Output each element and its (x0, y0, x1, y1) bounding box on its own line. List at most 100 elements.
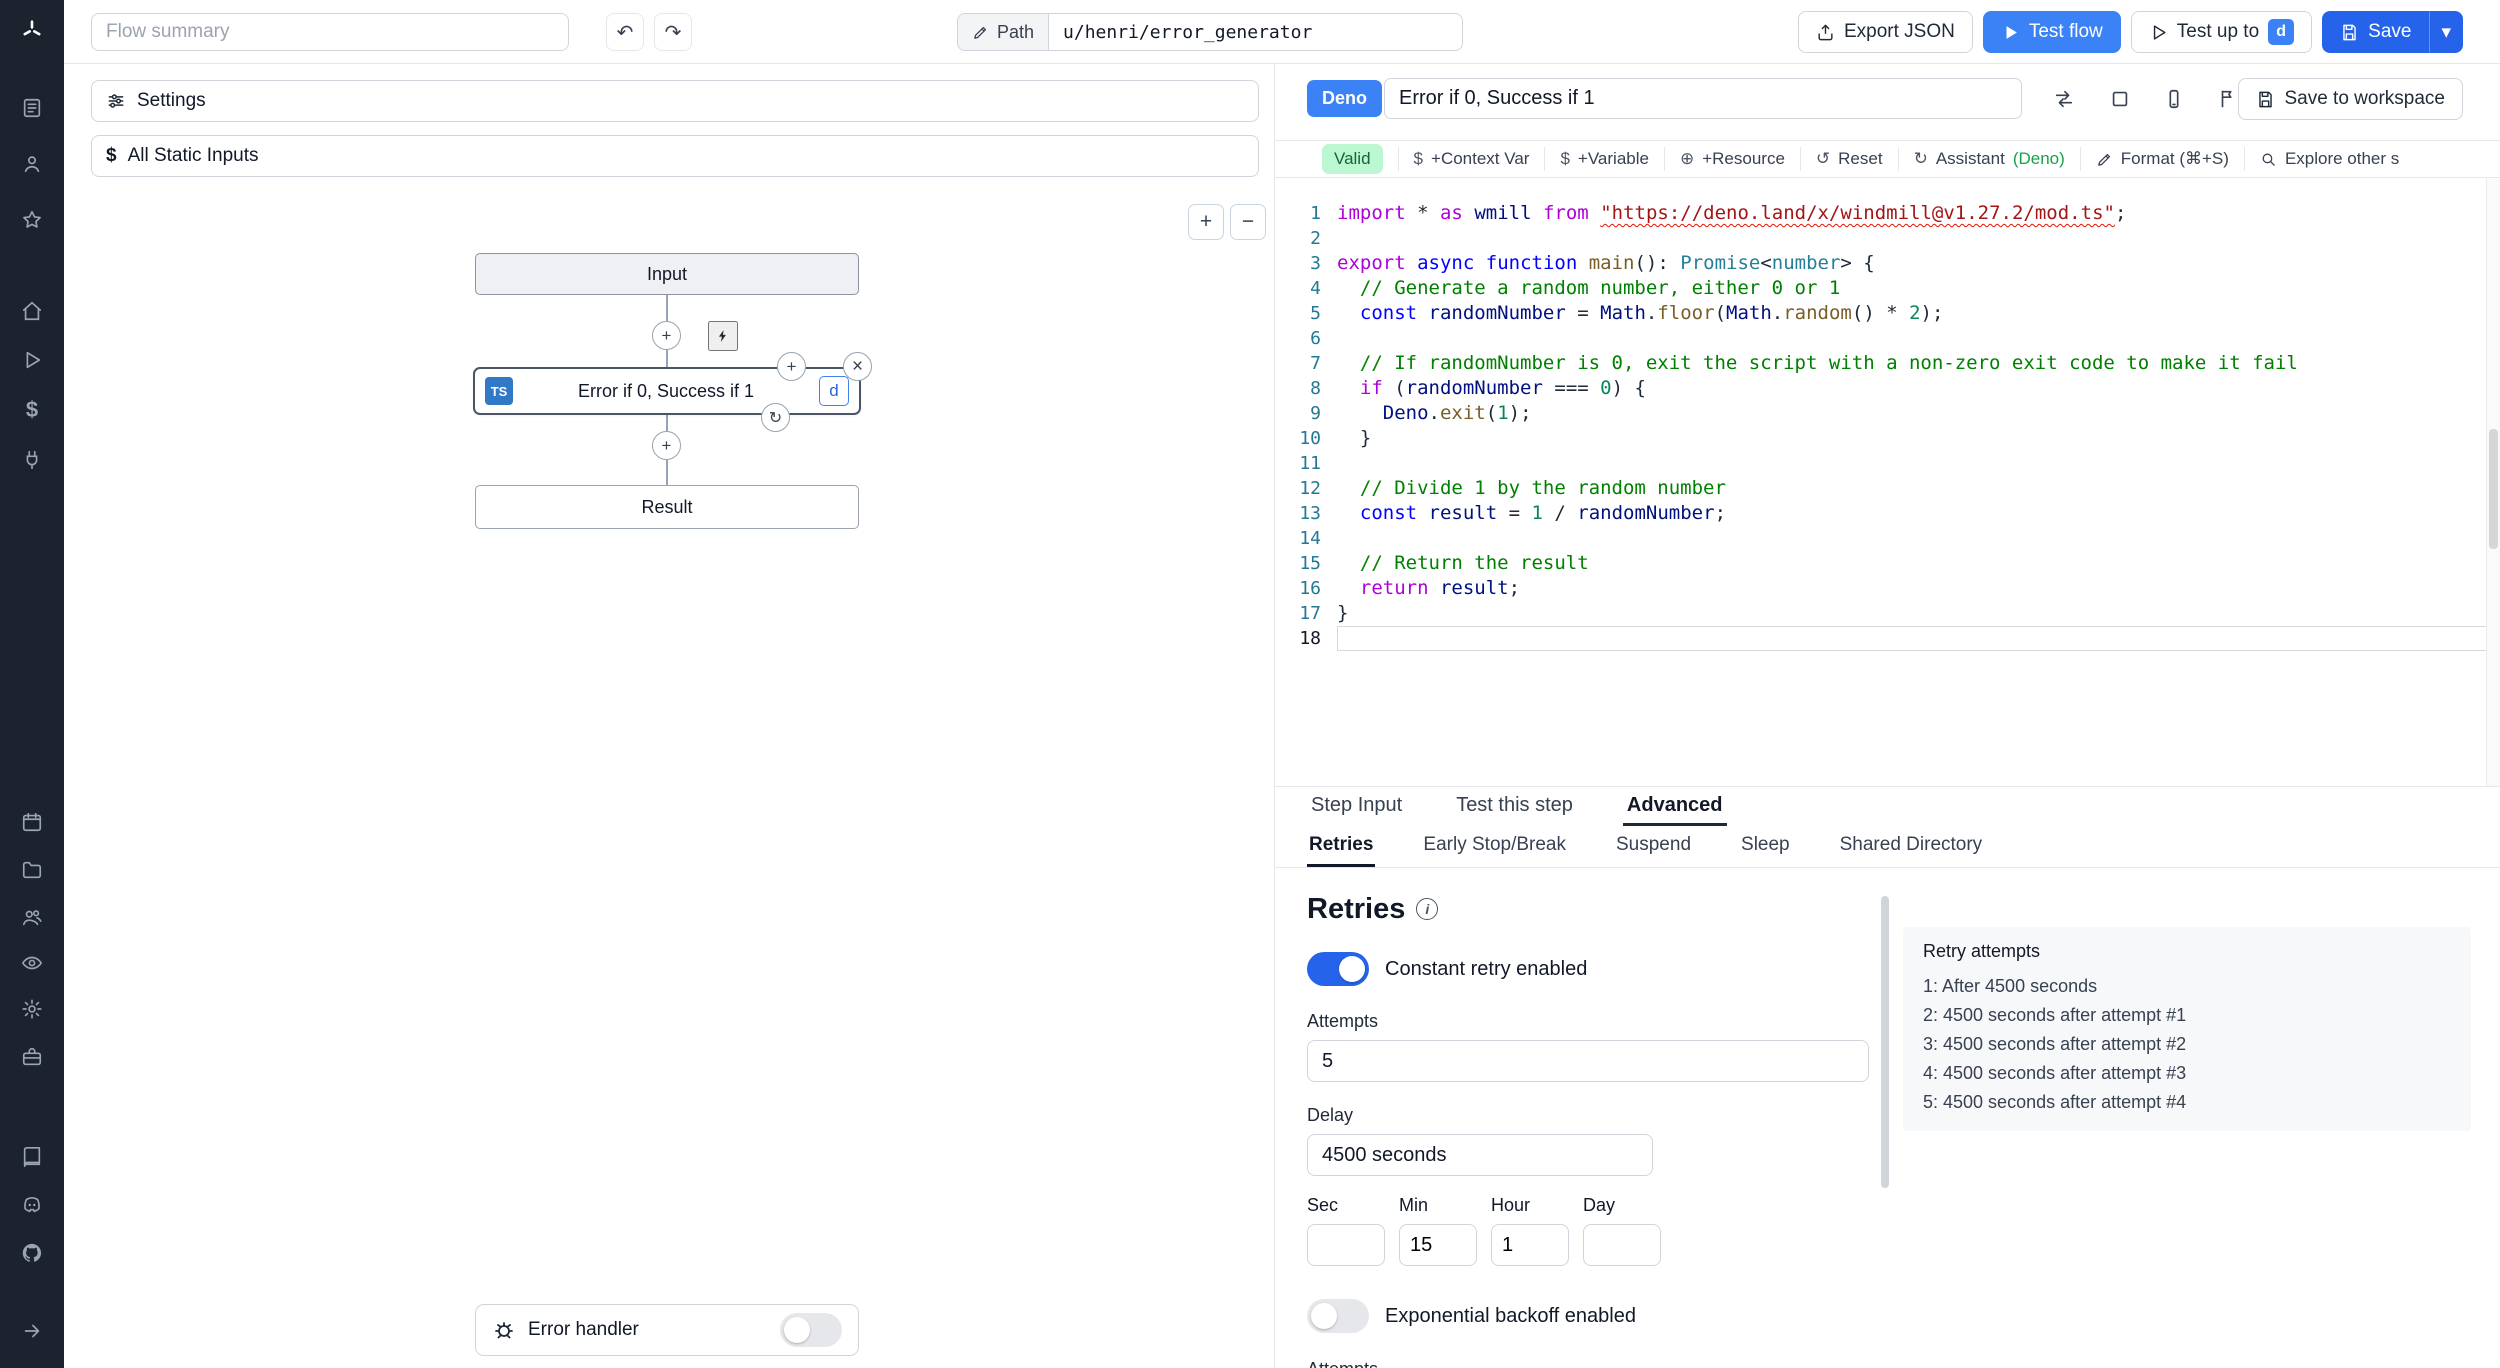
code-editor[interactable]: 1 import * as wmill from "https://deno.la… (1275, 179, 2500, 786)
info-icon[interactable]: i (1416, 898, 1439, 920)
loop-icon[interactable]: ↻ (761, 403, 790, 432)
play-icon (2006, 25, 2017, 39)
constant-retry-toggle[interactable] (1307, 952, 1369, 986)
collapse-sidebar-icon[interactable] (12, 1311, 52, 1351)
docs-icon[interactable] (12, 1137, 52, 1177)
add-context-var-button[interactable]: $ +Context Var (1397, 147, 1545, 171)
subtab-shared-directory[interactable]: Shared Directory (1838, 826, 1985, 867)
result-node[interactable]: Result (475, 485, 859, 529)
path-group: Path (957, 13, 1464, 51)
add-resource-button[interactable]: ⊕ +Resource (1663, 147, 1800, 171)
delete-step-button[interactable]: × (843, 352, 872, 381)
play-icon[interactable] (12, 340, 52, 380)
scrollbar-thumb[interactable] (2489, 429, 2498, 549)
discord-icon[interactable] (12, 1185, 52, 1225)
topbar-actions: Export JSON Test flow Test up to d Save … (1797, 11, 2463, 53)
attempts-label: Attempts (1307, 1011, 1379, 1031)
flow-summary-input[interactable] (91, 13, 569, 51)
add-variable-button[interactable]: $ +Variable (1544, 147, 1664, 171)
retry-attempt-item: 2: 4500 seconds after attempt #1 (1923, 1005, 2187, 1025)
error-handler-label: Error handler (528, 1319, 639, 1340)
redo-button[interactable]: ↷ (654, 13, 692, 51)
variables-icon[interactable]: $ (12, 390, 52, 430)
format-button[interactable]: Format (⌘+S) (2079, 147, 2244, 171)
delay-input[interactable] (1307, 1134, 1653, 1176)
path-input[interactable] (1048, 13, 1464, 51)
sync-icon[interactable] (2045, 80, 2083, 118)
github-icon[interactable] (12, 1233, 52, 1273)
day-input[interactable] (1583, 1224, 1661, 1266)
reset-button[interactable]: ↺ Reset (1799, 147, 1898, 171)
subtab-suspend[interactable]: Suspend (1614, 826, 1693, 867)
trigger-bolt-icon[interactable] (708, 321, 738, 351)
attempts-label-bottom: Attempts (1307, 1359, 1869, 1368)
save-to-workspace-button[interactable]: Save to workspace (2238, 78, 2463, 120)
groups-icon[interactable] (12, 897, 52, 937)
settings-button[interactable]: Settings (91, 80, 1259, 122)
constant-retry-label: Constant retry enabled (1385, 957, 1588, 980)
pencil-icon (974, 26, 987, 39)
typescript-badge: TS (485, 377, 513, 405)
home-icon[interactable] (12, 291, 52, 331)
audit-icon[interactable] (12, 943, 52, 983)
tab-step-input[interactable]: Step Input (1307, 787, 1406, 826)
save-icon (2259, 91, 2273, 107)
undo-button[interactable]: ↶ (606, 13, 644, 51)
all-static-inputs-button[interactable]: $ All Static Inputs (91, 135, 1259, 177)
tab-test-this-step[interactable]: Test this step (1452, 787, 1577, 826)
favorites-icon[interactable] (12, 200, 52, 240)
test-flow-button[interactable]: Test flow (1982, 11, 2121, 53)
hour-input[interactable] (1491, 1224, 1569, 1266)
dollar-icon: $ (1413, 149, 1424, 168)
module-node-label: Error if 0, Success if 1 (577, 380, 755, 401)
retry-attempts-title: Retry attempts (1923, 941, 2041, 961)
expand-icon[interactable] (2101, 80, 2139, 118)
workers-icon[interactable] (12, 1037, 52, 1077)
save-label: Save (2368, 21, 2412, 42)
step-name-input[interactable] (1384, 78, 2022, 119)
assistant-button[interactable]: ↻ Assistant (Deno) (1897, 147, 2080, 171)
save-group: Save ▾ (2322, 11, 2463, 53)
insert-step-button[interactable]: + (652, 321, 681, 350)
exponential-backoff-toggle[interactable] (1307, 1299, 1369, 1333)
advanced-subtabs: Retries Early Stop/Break Suspend Sleep S… (1275, 826, 2500, 868)
save-button[interactable]: Save (2322, 11, 2430, 53)
refresh-icon: ↻ (1913, 149, 1928, 168)
account-icon[interactable] (12, 144, 52, 184)
add-branch-button[interactable]: + (777, 352, 806, 381)
test-up-to-label: Test up to (2176, 21, 2260, 42)
explore-scripts-button[interactable]: Explore other s (2243, 147, 2414, 171)
subtab-early-stop[interactable]: Early Stop/Break (1421, 826, 1568, 867)
mobile-icon[interactable] (2155, 80, 2193, 118)
export-json-button[interactable]: Export JSON (1797, 11, 1973, 53)
subtab-sleep[interactable]: Sleep (1739, 826, 1792, 867)
input-node[interactable]: Input (475, 253, 859, 295)
tab-advanced[interactable]: Advanced (1622, 787, 1727, 826)
status-badge: Valid (1322, 144, 1383, 174)
editor-scrollbar[interactable] (2486, 179, 2500, 786)
windmill-logo[interactable] (12, 10, 52, 50)
error-handler-node[interactable]: Error handler (475, 1304, 859, 1356)
retry-attempt-item: 4: 4500 seconds after attempt #3 (1923, 1063, 2187, 1083)
attempts-input[interactable] (1307, 1040, 1869, 1082)
insert-step-button[interactable]: + (652, 431, 681, 460)
test-up-to-button[interactable]: Test up to d (2130, 11, 2313, 53)
subtab-retries[interactable]: Retries (1307, 826, 1376, 867)
runs-icon[interactable] (12, 88, 52, 128)
min-input[interactable] (1399, 1224, 1477, 1266)
folders-icon[interactable] (12, 850, 52, 890)
content-scrollbar[interactable] (1881, 896, 1889, 1188)
settings-icon[interactable] (12, 989, 52, 1029)
sec-input[interactable] (1307, 1224, 1385, 1266)
resources-icon[interactable] (12, 440, 52, 480)
constant-retry-row: Constant retry enabled (1307, 952, 1869, 986)
save-dropdown-button[interactable]: ▾ (2429, 11, 2463, 53)
pencil-icon (2097, 153, 2110, 166)
schedules-icon[interactable] (12, 802, 52, 842)
save-icon (2343, 24, 2356, 40)
topbar: ↶ ↷ Path Export JSON Test flow Test up t… (64, 0, 2500, 64)
zoom-in-button[interactable]: + (1188, 204, 1224, 240)
error-handler-toggle[interactable] (780, 1313, 842, 1347)
app: $ ↶ ↷ Path Export JSON (0, 0, 2500, 1368)
zoom-out-button[interactable]: − (1230, 204, 1266, 240)
